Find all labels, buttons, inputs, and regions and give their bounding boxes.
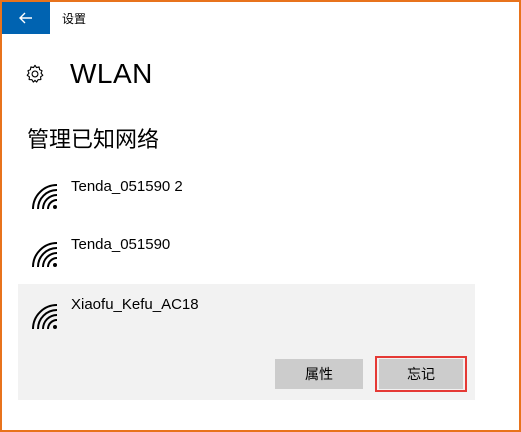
forget-button[interactable]: 忘记 [379,359,463,389]
network-item-selected[interactable]: Xiaofu_Kefu_AC18 属性 忘记 [18,284,475,400]
network-name: Xiaofu_Kefu_AC18 [71,296,199,313]
wifi-icon [32,184,58,210]
page-title: WLAN [70,58,153,89]
network-name: Tenda_051590 [71,236,171,253]
wifi-icon [32,304,58,330]
back-button[interactable] [2,2,50,34]
wifi-icon [32,242,58,268]
settings-window: 设置 WLAN 管理已知网络 Tenda_051590 2 Tenda_0515… [0,0,521,432]
arrow-left-icon [19,12,32,24]
forget-highlight: 忘记 [375,356,467,392]
network-item[interactable]: Tenda_051590 2 [18,178,475,234]
section-title: 管理已知网络 [27,127,160,152]
window-title: 设置 [62,12,87,26]
title-bar: 设置 [2,2,519,34]
network-name: Tenda_051590 2 [71,178,183,195]
properties-button[interactable]: 属性 [275,359,363,389]
page-header: WLAN [24,58,153,90]
gear-icon [26,64,44,83]
